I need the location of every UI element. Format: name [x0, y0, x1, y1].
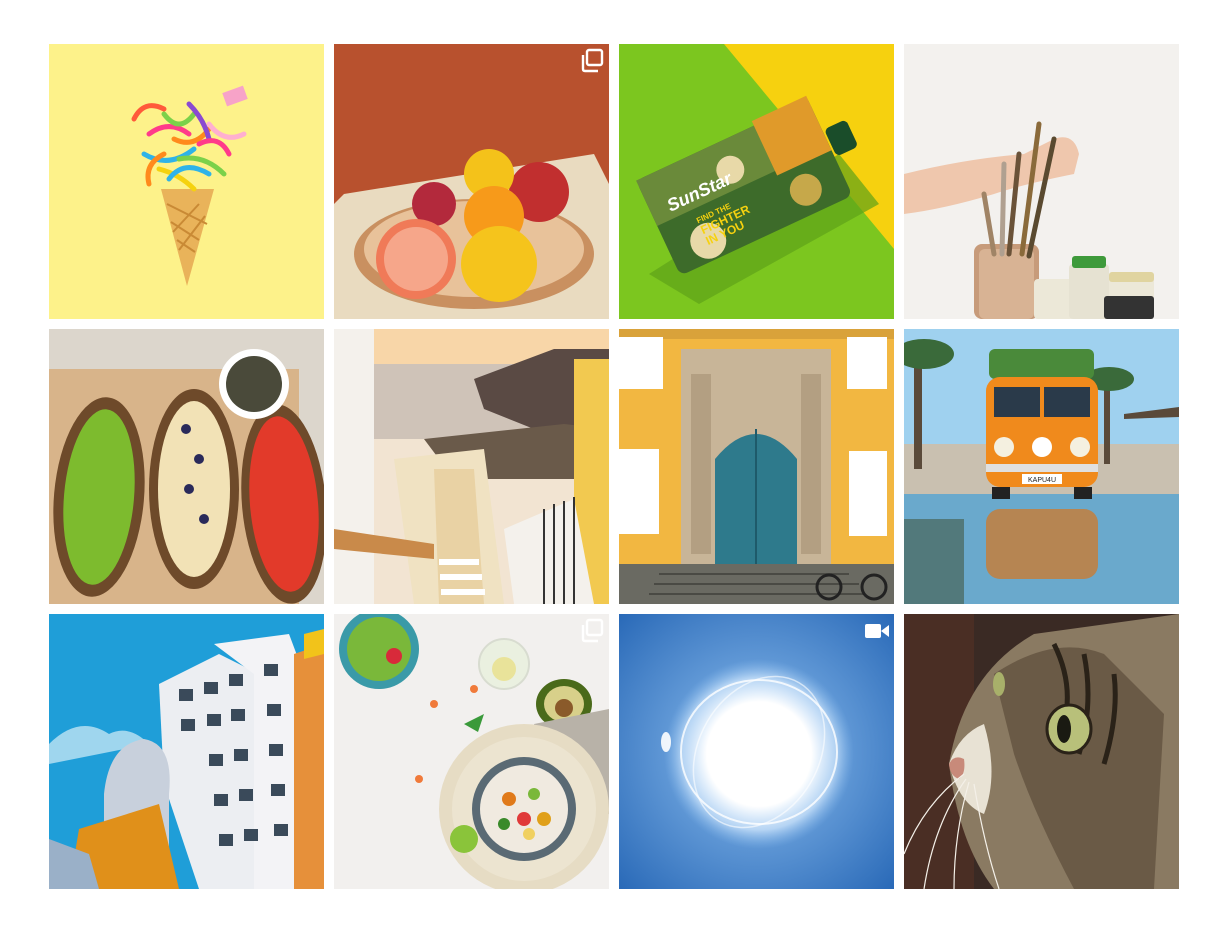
post-tile-paint-brushes[interactable]	[904, 44, 1179, 319]
sunstar-carton-image: SunStar FIND THE FIGHTER IN YOU	[619, 44, 894, 319]
post-tile-yellow-facade[interactable]	[619, 329, 894, 604]
post-tile-fruit-bowl[interactable]	[334, 44, 609, 319]
van-license-plate: KAPU4U	[1028, 477, 1056, 484]
yellow-facade-image	[619, 329, 894, 604]
post-tile-vw-van[interactable]: KAPU4U	[904, 329, 1179, 604]
post-tile-confetti-cone[interactable]	[49, 44, 324, 319]
salad-image	[334, 614, 609, 889]
building-image	[49, 614, 324, 889]
video-icon	[864, 618, 890, 644]
post-tile-toasts[interactable]	[49, 329, 324, 604]
post-tile-santorini[interactable]	[334, 329, 609, 604]
post-tile-building[interactable]	[49, 614, 324, 889]
carousel-icon	[579, 618, 605, 644]
cat-image	[904, 614, 1179, 889]
post-grid: SunStar FIND THE FIGHTER IN YOU KAPU4U	[49, 44, 1179, 889]
paint-brushes-image	[904, 44, 1179, 319]
santorini-image	[334, 329, 609, 604]
vw-van-image: KAPU4U	[904, 329, 1179, 604]
sun-image	[619, 614, 894, 889]
confetti-cone-image	[49, 44, 324, 319]
post-tile-sunstar-carton[interactable]: SunStar FIND THE FIGHTER IN YOU	[619, 44, 894, 319]
post-tile-sun[interactable]	[619, 614, 894, 889]
fruit-bowl-image	[334, 44, 609, 319]
post-tile-cat[interactable]	[904, 614, 1179, 889]
post-tile-salad[interactable]	[334, 614, 609, 889]
carousel-icon	[579, 48, 605, 74]
toasts-image	[49, 329, 324, 604]
